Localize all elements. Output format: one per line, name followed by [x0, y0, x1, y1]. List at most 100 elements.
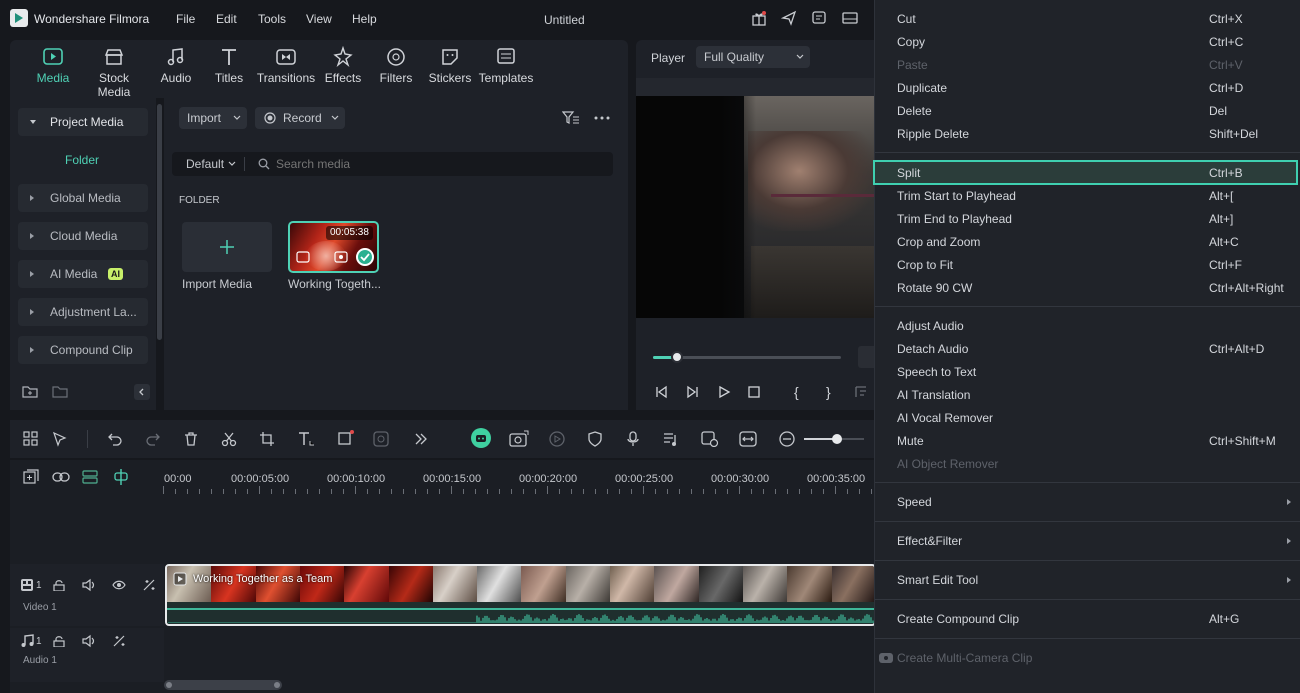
menu-item-create-compound-clip[interactable]: Create Compound Clip Alt+G [875, 608, 1300, 631]
menu-view[interactable]: View [306, 12, 332, 26]
menu-item-trim-start[interactable]: Trim Start to Playhead Alt+[ [875, 185, 1300, 208]
scrollbar-handle-right[interactable] [274, 682, 280, 688]
insert-icon[interactable] [854, 385, 868, 399]
menu-item-delete[interactable]: Delete Del [875, 100, 1300, 123]
fit-timeline-icon[interactable] [739, 431, 757, 447]
shape-mask-icon[interactable] [337, 429, 355, 447]
timeline-ruler[interactable]: 00:00 00:00:05:00 00:00:10:00 00:00:15:00 00… [163, 460, 876, 496]
playback-scrubber[interactable] [653, 351, 841, 363]
zoom-slider-handle[interactable] [832, 434, 842, 444]
menu-item-rotate[interactable]: Rotate 90 CW Ctrl+Alt+Right [875, 277, 1300, 300]
quality-dropdown[interactable]: Full Quality [696, 46, 810, 68]
timeline-video-clip[interactable]: Working Together as a Team [165, 564, 876, 626]
new-folder-icon[interactable] [22, 384, 38, 398]
feedback-icon[interactable] [811, 10, 827, 26]
menu-file[interactable]: File [176, 12, 195, 26]
media-clip-thumbnail[interactable]: 00:05:38 [288, 221, 379, 273]
menu-item-ai-translation[interactable]: AI Translation [875, 384, 1300, 407]
sidebar-item-global-media[interactable]: Global Media [18, 184, 148, 212]
add-track-icon[interactable] [23, 469, 39, 485]
redo-icon[interactable] [145, 431, 161, 447]
menu-item-trim-end[interactable]: Trim End to Playhead Alt+] [875, 208, 1300, 231]
tab-stock-media[interactable]: Stock Media [84, 46, 144, 99]
auto-reframe-icon[interactable] [509, 430, 529, 448]
gift-icon[interactable] [751, 10, 767, 26]
collapse-sidebar-button[interactable] [134, 384, 150, 400]
sidebar-item-folder[interactable]: Folder [65, 153, 99, 167]
crop-icon[interactable] [259, 431, 275, 447]
menu-item-speed[interactable]: Speed [875, 491, 1300, 514]
zoom-out-icon[interactable] [779, 431, 795, 447]
zoom-slider[interactable] [804, 434, 864, 444]
undo-icon[interactable] [107, 431, 123, 447]
sidebar-item-cloud-media[interactable]: Cloud Media [18, 222, 148, 250]
menu-item-split[interactable]: Split Ctrl+B [873, 160, 1298, 185]
menu-tools[interactable]: Tools [258, 12, 286, 26]
menu-item-smart-edit-tool[interactable]: Smart Edit Tool [875, 569, 1300, 592]
tab-audio[interactable]: Audio [146, 46, 206, 85]
scene-detect-icon[interactable] [701, 431, 719, 447]
tab-stickers[interactable]: Stickers [420, 46, 480, 85]
ai-effect-icon[interactable] [112, 634, 126, 648]
menu-item-mute[interactable]: Mute Ctrl+Shift+M [875, 430, 1300, 453]
track-layers-icon[interactable] [82, 469, 98, 485]
snap-magnet-icon[interactable] [113, 468, 129, 486]
more-options-icon[interactable] [594, 116, 610, 120]
tab-templates[interactable]: Templates [476, 46, 536, 85]
sidebar-item-compound-clip[interactable]: Compound Clip [18, 336, 148, 364]
tab-transitions[interactable]: Transitions [256, 46, 316, 85]
sidebar-item-adjustment-layer[interactable]: Adjustment La... [18, 298, 148, 326]
previous-frame-icon[interactable] [654, 385, 668, 399]
layout-grid-icon[interactable] [23, 431, 39, 447]
record-dropdown[interactable]: Record [255, 107, 345, 129]
mark-in-icon[interactable]: { [794, 384, 799, 400]
filter-sort-icon[interactable] [562, 110, 580, 126]
menu-item-effect-filter[interactable]: Effect&Filter [875, 530, 1300, 553]
scissors-icon[interactable] [221, 431, 237, 447]
tab-effects[interactable]: Effects [313, 46, 373, 85]
menu-item-crop-and-zoom[interactable]: Crop and Zoom Alt+C [875, 231, 1300, 254]
search-input[interactable] [276, 155, 596, 173]
send-icon[interactable] [781, 10, 797, 26]
menu-edit[interactable]: Edit [216, 12, 237, 26]
video-preview[interactable] [636, 96, 876, 318]
play-icon[interactable] [717, 385, 731, 399]
menu-help[interactable]: Help [352, 12, 377, 26]
link-icon[interactable] [52, 470, 70, 484]
tab-filters[interactable]: Filters [366, 46, 426, 85]
select-tool-icon[interactable] [52, 431, 68, 447]
next-frame-icon[interactable] [686, 385, 700, 399]
mark-out-icon[interactable]: } [826, 384, 831, 400]
stop-icon[interactable] [747, 385, 761, 399]
menu-item-detach-audio[interactable]: Detach Audio Ctrl+Alt+D [875, 338, 1300, 361]
folder-icon[interactable] [52, 384, 68, 398]
shield-icon[interactable] [587, 431, 603, 447]
eye-icon[interactable] [112, 579, 126, 591]
menu-item-cut[interactable]: Cut Ctrl+X [875, 8, 1300, 31]
sidebar-item-project-media[interactable]: Project Media [18, 108, 148, 136]
timeline-scrollbar[interactable] [164, 680, 282, 690]
speed-ramp-icon[interactable] [549, 431, 565, 447]
sort-dropdown[interactable]: Default [186, 157, 224, 171]
scrollbar-handle-left[interactable] [166, 682, 172, 688]
speaker-icon[interactable] [82, 578, 96, 592]
ai-copilot-icon[interactable] [471, 428, 491, 448]
sidebar-scrollbar[interactable] [157, 104, 162, 340]
import-dropdown[interactable]: Import [179, 107, 247, 129]
menu-item-duplicate[interactable]: Duplicate Ctrl+D [875, 77, 1300, 100]
scrubber-handle[interactable] [671, 351, 684, 363]
lock-icon[interactable] [53, 635, 65, 647]
menu-item-adjust-audio[interactable]: Adjust Audio [875, 315, 1300, 338]
timeline-area[interactable]: 00:00 00:00:05:00 00:00:10:00 00:00:15:00 00… [163, 460, 876, 693]
menu-item-ai-vocal-remover[interactable]: AI Vocal Remover [875, 407, 1300, 430]
menu-item-ripple-delete[interactable]: Ripple Delete Shift+Del [875, 123, 1300, 146]
microphone-icon[interactable] [625, 431, 641, 447]
ai-tool-icon[interactable] [373, 431, 391, 447]
tab-titles[interactable]: Titles [199, 46, 259, 85]
speaker-icon[interactable] [82, 634, 96, 648]
lock-icon[interactable] [53, 579, 65, 591]
audio-mix-icon[interactable] [663, 431, 679, 447]
ai-effect-icon[interactable] [142, 578, 156, 592]
layout-icon[interactable] [842, 10, 858, 26]
delete-icon[interactable] [183, 431, 199, 447]
